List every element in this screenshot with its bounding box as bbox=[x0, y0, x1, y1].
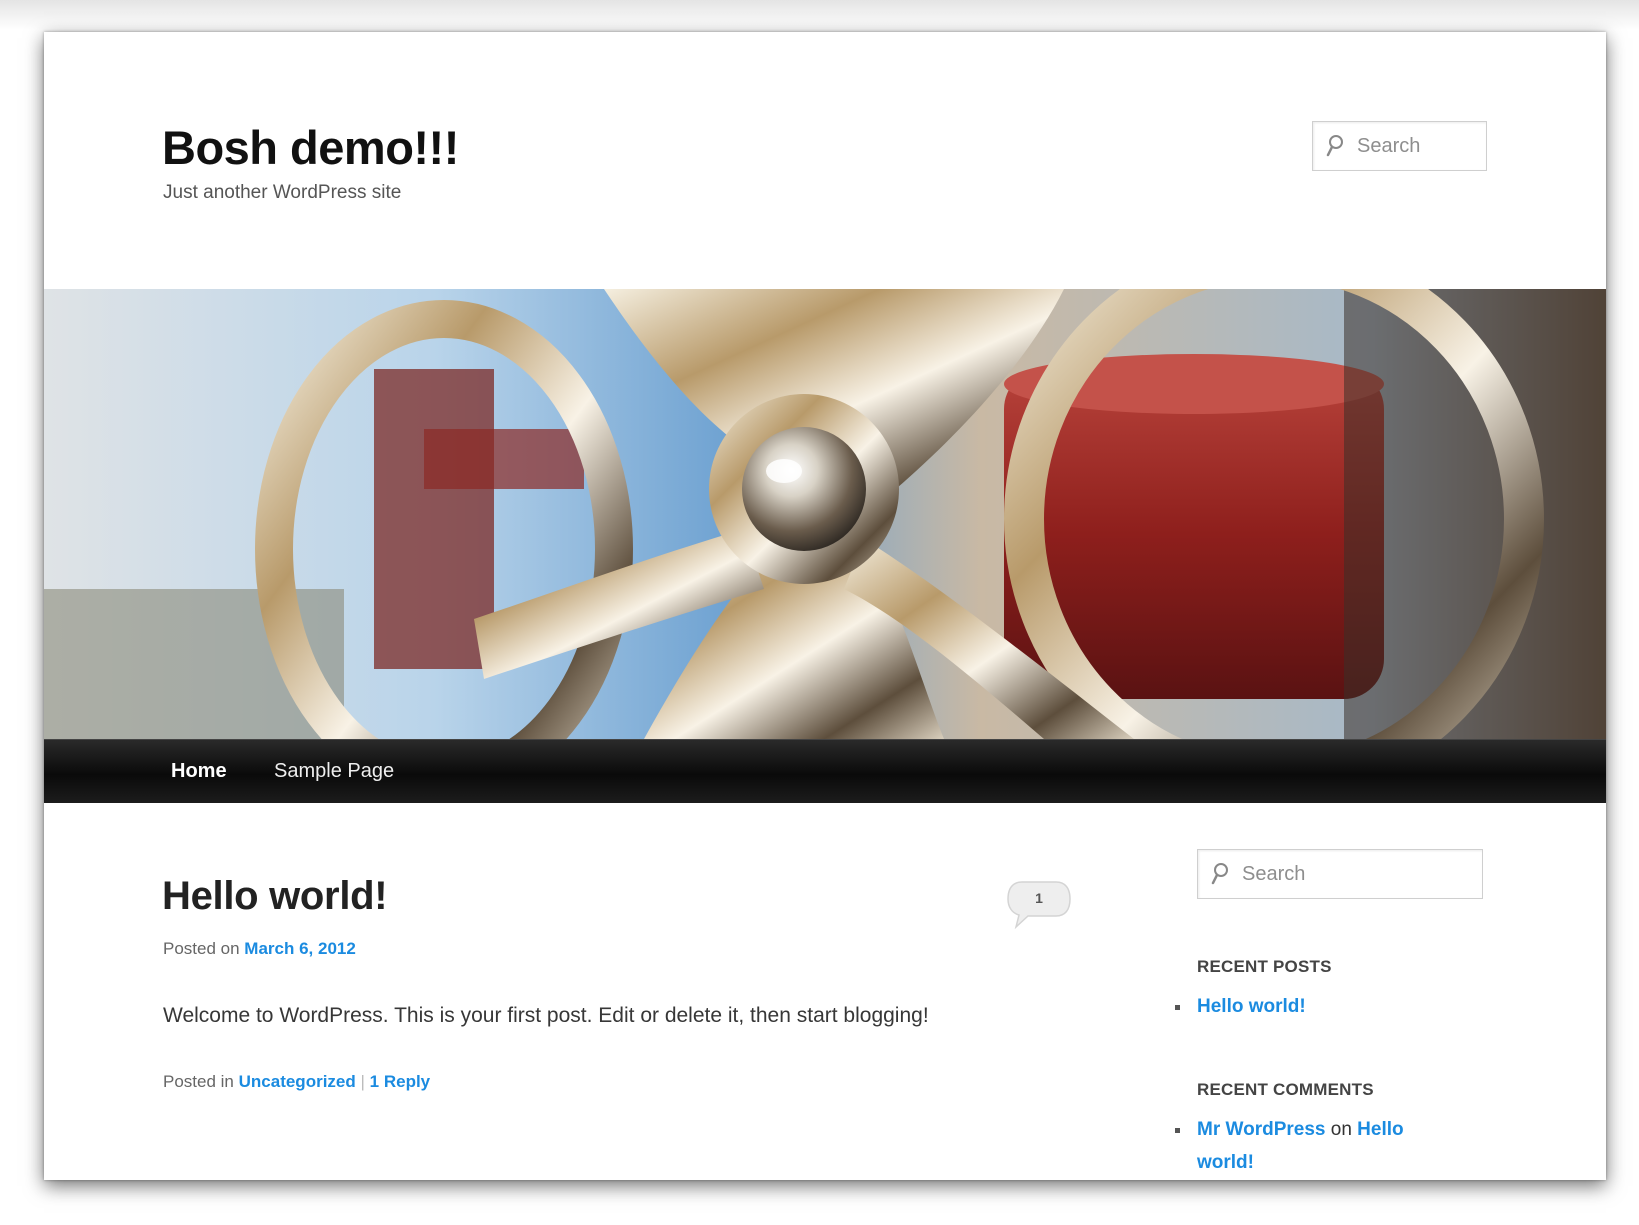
comment-count: 1 bbox=[1035, 890, 1043, 906]
sidebar-search-input[interactable] bbox=[1242, 862, 1482, 886]
recent-comments-list: Mr WordPress on Hello world! bbox=[1175, 1113, 1437, 1179]
site-description: Just another WordPress site bbox=[163, 182, 402, 203]
recent-comments-title: RECENT COMMENTS bbox=[1197, 1080, 1374, 1099]
meta-separator: | bbox=[360, 1072, 365, 1091]
recent-posts-title: RECENT POSTS bbox=[1197, 957, 1332, 976]
post-title[interactable]: Hello world! bbox=[162, 874, 388, 919]
browser-page: Bosh demo!!! Just another WordPress site bbox=[44, 32, 1606, 1180]
sidebar-search-form[interactable] bbox=[1197, 849, 1483, 899]
posted-in-label: Posted in bbox=[163, 1072, 234, 1091]
search-icon bbox=[1211, 863, 1228, 885]
comment-on-word: on bbox=[1330, 1119, 1352, 1140]
post-date-link[interactable]: March 6, 2012 bbox=[244, 939, 356, 958]
search-icon bbox=[1326, 135, 1343, 157]
site-title[interactable]: Bosh demo!!! bbox=[162, 120, 459, 175]
reply-link[interactable]: 1 Reply bbox=[370, 1072, 430, 1091]
posted-on-label: Posted on bbox=[163, 939, 240, 958]
header-search-input[interactable] bbox=[1357, 134, 1486, 158]
list-item: Mr WordPress on Hello world! bbox=[1175, 1113, 1437, 1179]
nav-item-home[interactable]: Home bbox=[171, 760, 227, 783]
header-banner-image bbox=[44, 289, 1606, 739]
comment-count-bubble[interactable]: 1 bbox=[1006, 880, 1072, 930]
post-content: Welcome to WordPress. This is your first… bbox=[163, 1004, 929, 1027]
nav-item-sample-page[interactable]: Sample Page bbox=[274, 760, 394, 783]
post-footer-meta: Posted in Uncategorized | 1 Reply bbox=[163, 1072, 430, 1092]
recent-post-link[interactable]: Hello world! bbox=[1197, 996, 1306, 1017]
category-link[interactable]: Uncategorized bbox=[239, 1072, 356, 1091]
comment-author-link[interactable]: Mr WordPress bbox=[1197, 1119, 1325, 1140]
recent-posts-list: Hello world! bbox=[1175, 990, 1497, 1023]
header-search-form[interactable] bbox=[1312, 121, 1487, 171]
post-date-line: Posted on March 6, 2012 bbox=[163, 939, 356, 959]
banner-wheel-illustration bbox=[44, 289, 1606, 739]
main-navigation: Home Sample Page bbox=[44, 739, 1606, 803]
list-item: Hello world! bbox=[1175, 990, 1497, 1023]
